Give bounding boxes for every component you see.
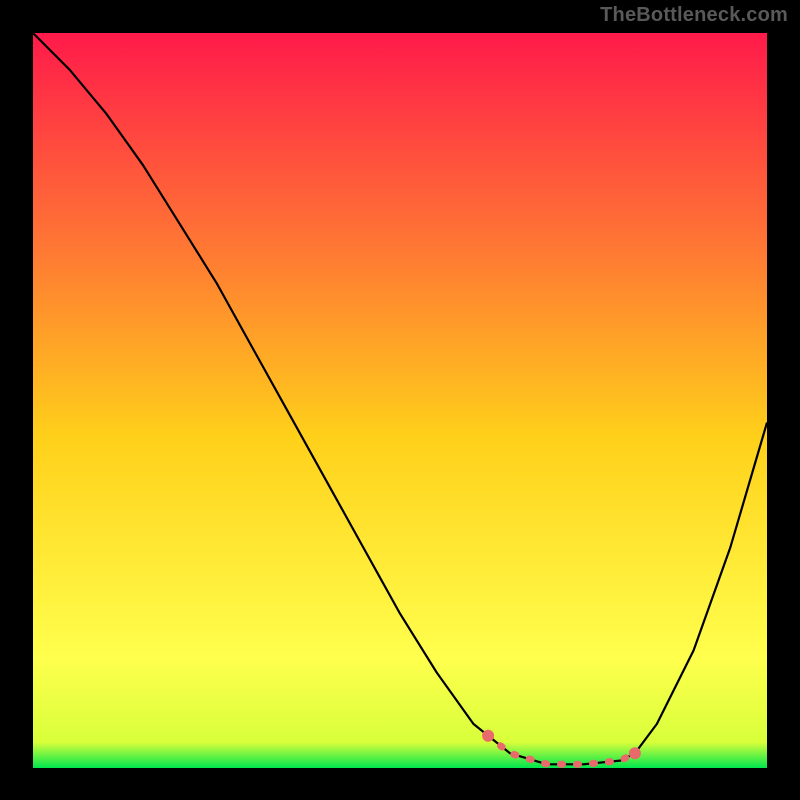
trough-end-dot (629, 747, 641, 759)
plot-area-gradient (33, 33, 767, 768)
trough-start-dot (482, 730, 494, 742)
bottleneck-chart (0, 0, 800, 800)
watermark-text: TheBottleneck.com (600, 4, 788, 27)
chart-container: TheBottleneck.com (0, 0, 800, 800)
